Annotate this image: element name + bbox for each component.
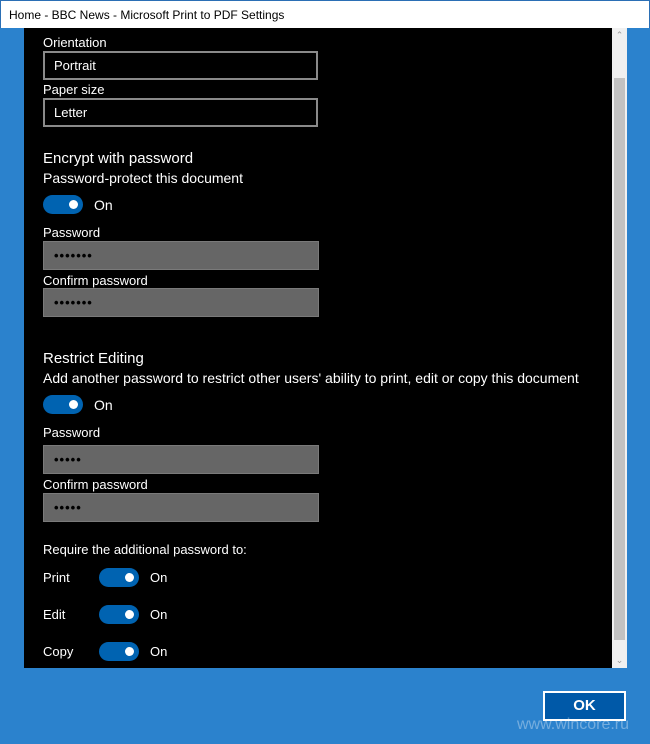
confirm-password-label: Confirm password	[43, 273, 148, 288]
window-title: Home - BBC News - Microsoft Print to PDF…	[0, 0, 650, 28]
print-label: Print	[43, 570, 70, 585]
paper-size-label: Paper size	[43, 82, 105, 97]
copy-label: Copy	[43, 644, 74, 659]
encrypt-toggle[interactable]	[43, 195, 83, 214]
settings-panel: Orientation Portrait Paper size Letter E…	[24, 28, 612, 668]
watermark: www.wincore.ru	[517, 716, 630, 733]
print-toggle[interactable]	[99, 568, 139, 587]
edit-toggle-state: On	[150, 607, 168, 622]
scrollbar[interactable]: ⌃ ⌄	[612, 28, 627, 668]
paper-size-select[interactable]: Letter	[43, 98, 318, 127]
edit-label: Edit	[43, 607, 66, 622]
scrollbar-thumb[interactable]	[614, 78, 625, 640]
password-input[interactable]: •••••••	[43, 241, 319, 270]
orientation-label: Orientation	[43, 35, 107, 50]
encrypt-heading: Encrypt with password	[43, 150, 194, 167]
restrict-confirm-input[interactable]: •••••	[43, 493, 319, 522]
encrypt-toggle-state: On	[94, 197, 113, 213]
confirm-password-input[interactable]: •••••••	[43, 288, 319, 317]
restrict-confirm-label: Confirm password	[43, 477, 148, 492]
restrict-toggle[interactable]	[43, 395, 83, 414]
restrict-password-label: Password	[43, 425, 101, 440]
print-toggle-state: On	[150, 570, 168, 585]
restrict-password-input[interactable]: •••••	[43, 445, 319, 474]
copy-toggle[interactable]	[99, 642, 139, 661]
orientation-select[interactable]: Portrait	[43, 51, 318, 80]
scroll-down-icon[interactable]: ⌄	[612, 655, 627, 666]
restrict-subheading: Add another password to restrict other u…	[43, 370, 579, 386]
restrict-heading: Restrict Editing	[43, 350, 144, 367]
scroll-up-icon[interactable]: ⌃	[612, 30, 627, 41]
require-label: Require the additional password to:	[43, 542, 247, 557]
restrict-toggle-state: On	[94, 397, 113, 413]
password-label: Password	[43, 225, 101, 240]
copy-toggle-state: On	[150, 644, 168, 659]
edit-toggle[interactable]	[99, 605, 139, 624]
encrypt-subheading: Password-protect this document	[43, 170, 243, 186]
